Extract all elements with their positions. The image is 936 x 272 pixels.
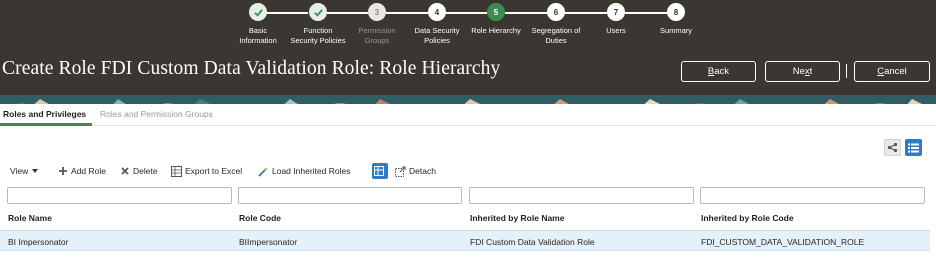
filter-inherited-role-name[interactable] — [469, 187, 694, 204]
cancel-button-label-rest: ancel — [884, 66, 907, 77]
filter-inherited-role-code[interactable] — [700, 187, 925, 204]
train-step-number: 3 — [368, 3, 386, 21]
delete-label: Delete — [133, 166, 158, 176]
next-button[interactable]: Ne x t — [765, 61, 840, 82]
cell-inherited-role-code: FDI_CUSTOM_DATA_VALIDATION_ROLE — [701, 237, 865, 247]
next-button-label-rest: t — [809, 66, 813, 77]
train-step-summary[interactable]: 8 Summary — [628, 3, 724, 36]
export-label: Export to Excel — [185, 166, 243, 176]
train-step-label: Groups — [364, 35, 390, 45]
back-button-label-rest: ack — [714, 66, 730, 77]
cancel-button-mnemonic: C — [877, 66, 885, 77]
train-step-number: 4 — [428, 3, 446, 21]
view-menu[interactable]: View — [10, 164, 39, 178]
hierarchy-graph-icon — [887, 142, 898, 153]
train-step-number: 7 — [607, 3, 625, 21]
table-toolbar: View Add Role Delete Export to Excel Loa… — [0, 162, 936, 180]
export-to-excel-button[interactable]: Export to Excel — [171, 164, 242, 178]
cell-role-code: BIImpersonator — [239, 237, 298, 247]
tab-roles-and-privileges[interactable]: Roles and Privileges — [3, 109, 86, 119]
add-role-button[interactable]: Add Role — [58, 164, 106, 178]
page-title: Create Role FDI Custom Data Validation R… — [2, 58, 501, 79]
list-icon — [908, 143, 919, 152]
checkmark-icon — [249, 3, 267, 21]
list-view-button[interactable] — [905, 139, 922, 156]
filter-role-name[interactable] — [7, 187, 232, 204]
active-tab-indicator — [0, 123, 92, 126]
load-inherited-label: Load Inherited Roles — [272, 166, 351, 176]
delete-button[interactable]: Delete — [120, 164, 158, 178]
train-step-label: Summary — [659, 26, 693, 35]
back-button[interactable]: Back — [681, 61, 756, 82]
load-inherited-roles-button[interactable]: Load Inherited Roles — [258, 164, 350, 178]
add-role-label: Add Role — [71, 166, 106, 176]
column-header-role-name[interactable]: Role Name — [8, 213, 52, 223]
column-header-inherited-role-code[interactable]: Inherited by Role Code — [701, 213, 794, 223]
next-button-label-prefix: Ne — [792, 66, 805, 77]
detach-icon — [395, 166, 406, 177]
column-header-inherited-role-name[interactable]: Inherited by Role Name — [470, 213, 564, 223]
decorative-banner — [0, 95, 936, 104]
detach-label: Detach — [409, 166, 436, 176]
plus-icon — [59, 167, 67, 175]
cell-inherited-role-name: FDI Custom Data Validation Role — [470, 237, 595, 247]
checkmark-icon — [309, 3, 327, 21]
column-header-role-code[interactable]: Role Code — [239, 213, 281, 223]
train-step-label: Users — [606, 26, 626, 35]
train-step-label: Duties — [545, 35, 567, 45]
detach-button[interactable]: Detach — [395, 164, 436, 178]
caret-down-icon — [32, 169, 39, 173]
tab-roles-and-permission-groups: Roles and Permission Groups — [100, 109, 213, 119]
x-icon — [121, 167, 129, 175]
freeze-button[interactable] — [372, 163, 388, 179]
filter-role-code[interactable] — [238, 187, 462, 204]
freeze-column-icon — [373, 166, 384, 176]
magic-wand-icon — [258, 166, 268, 177]
cancel-button[interactable]: Cancel — [854, 61, 930, 82]
train-step-number: 5 — [487, 3, 505, 21]
header-button-separator — [846, 64, 847, 78]
view-menu-label: View — [10, 166, 29, 176]
cell-role-name: BI Impersonator — [8, 237, 69, 247]
page-header: Basic Information Function Security Polici… — [0, 0, 936, 95]
train-step-label: Basic — [248, 26, 268, 35]
table-row[interactable]: BI Impersonator BIImpersonator FDI Custo… — [0, 230, 930, 251]
train-step-label: Policies — [424, 35, 450, 45]
spreadsheet-icon — [171, 165, 182, 177]
graph-view-button[interactable] — [884, 139, 901, 156]
train-step-number: 8 — [667, 3, 685, 21]
train-step-number: 6 — [547, 3, 565, 21]
tab-bar: Roles and Privileges Roles and Permissio… — [0, 104, 936, 126]
